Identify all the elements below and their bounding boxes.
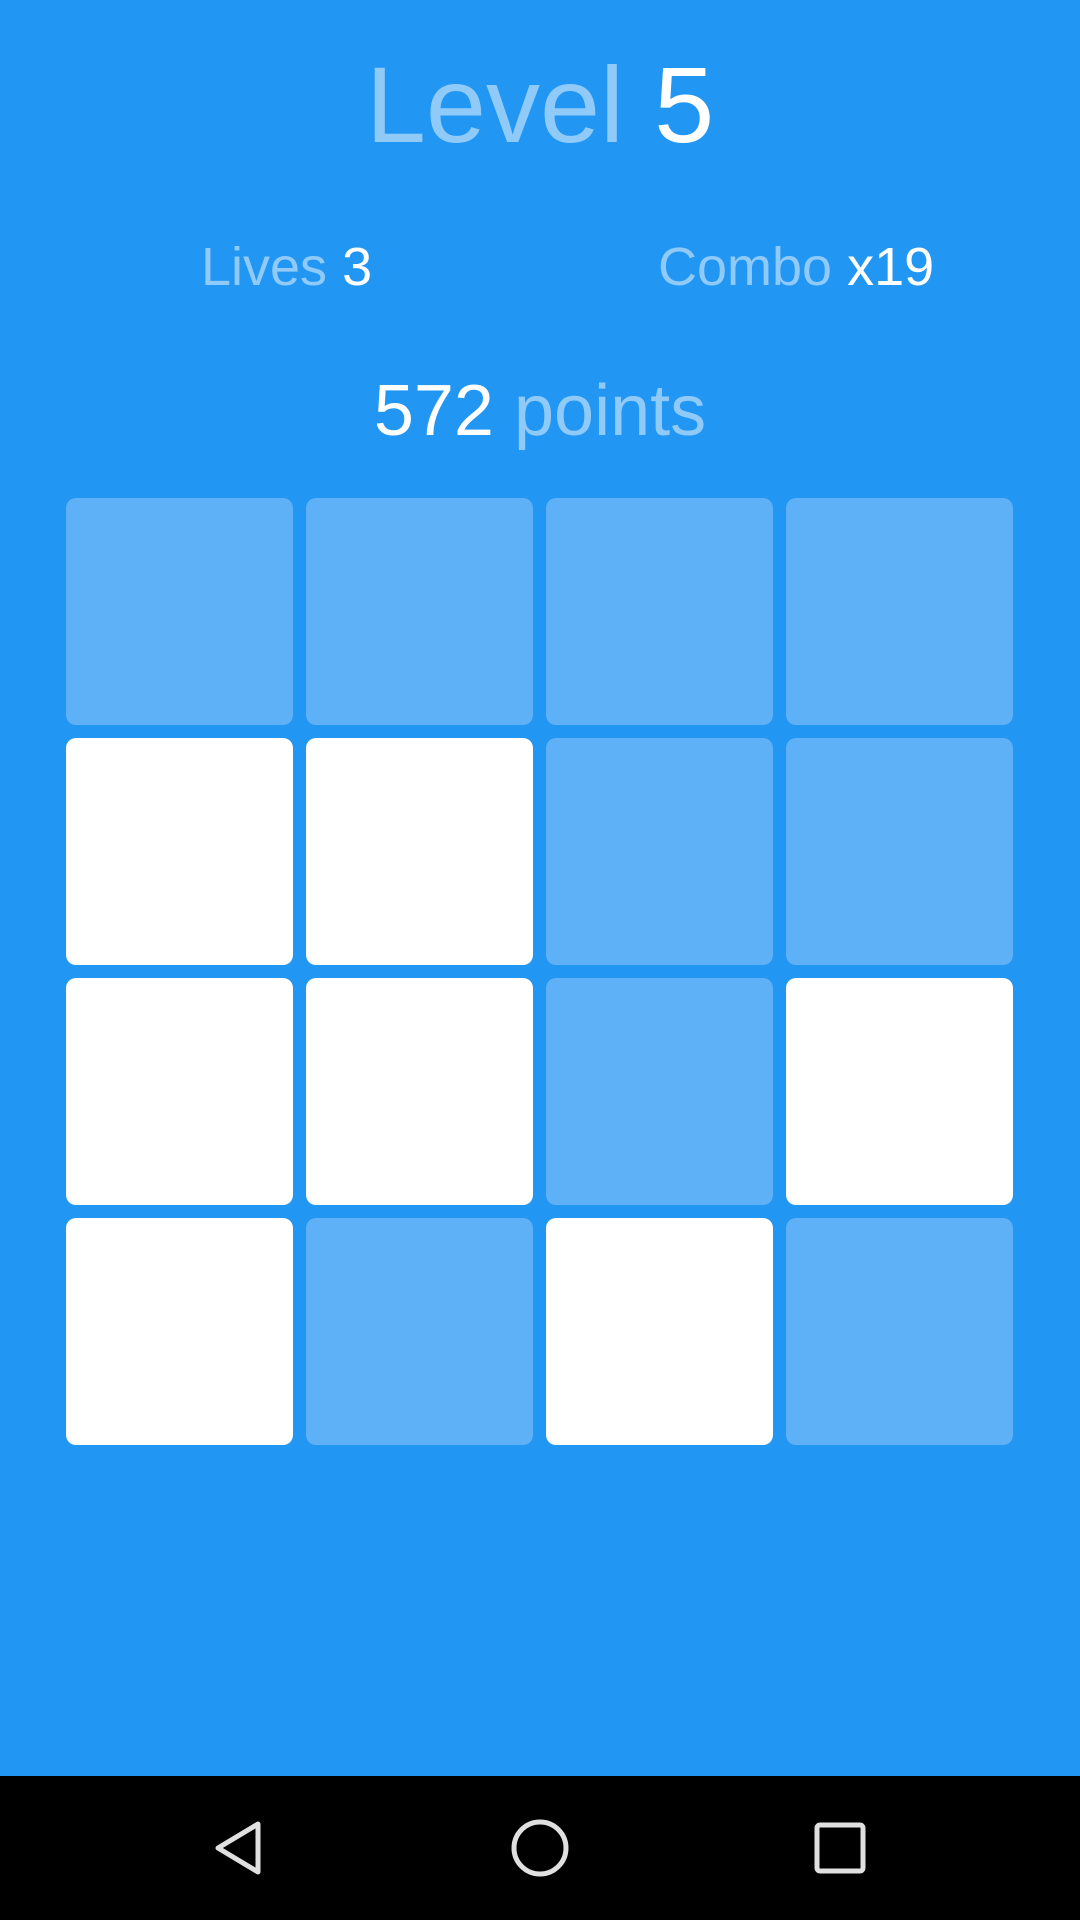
tile-r3-c3[interactable]	[546, 978, 773, 1205]
tile-r1-c2[interactable]	[306, 498, 533, 725]
combo-label: Combo	[658, 237, 833, 297]
tile-r3-c2[interactable]	[306, 978, 533, 1205]
score-value: 572	[373, 371, 494, 451]
tile-r2-c4[interactable]	[786, 738, 1013, 965]
score-display: 572 points	[0, 368, 1080, 454]
tile-grid	[66, 498, 1014, 1446]
tile-r2-c3[interactable]	[546, 738, 773, 965]
lives-counter: Lives 3	[201, 232, 372, 302]
tile-r3-c4[interactable]	[786, 978, 1013, 1205]
tile-r2-c1[interactable]	[66, 738, 293, 965]
tile-r4-c4[interactable]	[786, 1218, 1013, 1445]
tile-r1-c3[interactable]	[546, 498, 773, 725]
home-circle-icon	[511, 1819, 569, 1877]
back-button[interactable]	[192, 1800, 288, 1896]
lives-label: Lives	[201, 237, 328, 297]
level-indicator: Level 5	[0, 45, 1080, 165]
tile-r4-c3[interactable]	[546, 1218, 773, 1445]
recents-button[interactable]	[792, 1800, 888, 1896]
tile-r4-c1[interactable]	[66, 1218, 293, 1445]
tile-r4-c2[interactable]	[306, 1218, 533, 1445]
tile-r2-c2[interactable]	[306, 738, 533, 965]
tile-r1-c1[interactable]	[66, 498, 293, 725]
lives-value: 3	[342, 237, 373, 297]
game-screen: Level 5 Lives 3 Combo x19 572 points	[0, 0, 1080, 1776]
system-navigation-bar	[0, 1776, 1080, 1920]
level-value: 5	[654, 44, 715, 165]
level-label: Level	[365, 44, 625, 165]
recents-square-icon	[814, 1822, 866, 1874]
back-triangle-icon	[215, 1821, 261, 1875]
tile-r3-c1[interactable]	[66, 978, 293, 1205]
combo-counter: Combo x19	[658, 232, 934, 302]
combo-value: x19	[847, 237, 935, 297]
home-button[interactable]	[492, 1800, 588, 1896]
stats-row: Lives 3 Combo x19	[0, 232, 1080, 302]
tile-r1-c4[interactable]	[786, 498, 1013, 725]
score-unit: points	[514, 371, 707, 451]
